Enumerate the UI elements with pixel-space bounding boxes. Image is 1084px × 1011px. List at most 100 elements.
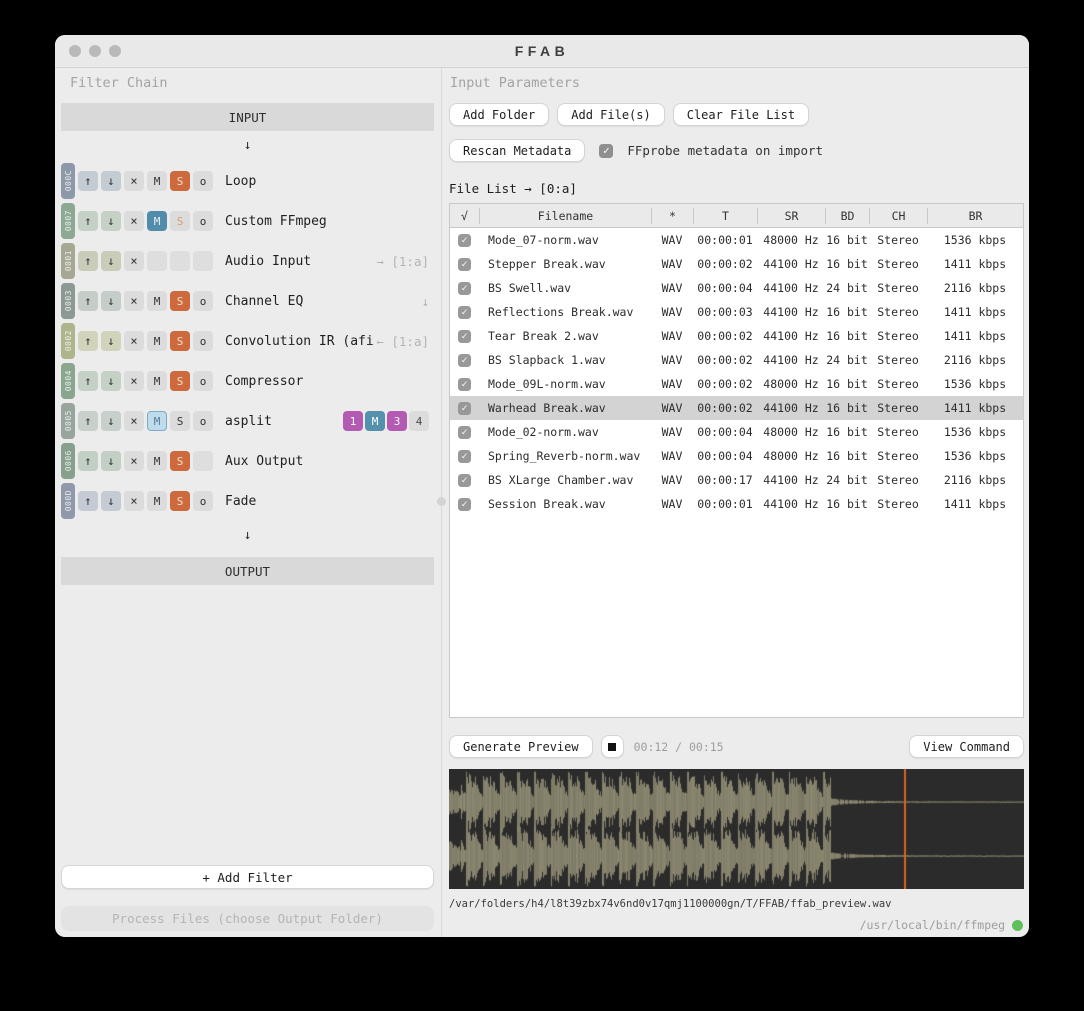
mute-button[interactable]: M: [147, 291, 167, 311]
column-header-filename[interactable]: Filename: [479, 207, 651, 224]
remove-filter-button[interactable]: ×: [124, 451, 144, 471]
move-down-button[interactable]: ↓: [101, 211, 121, 231]
column-header-bitdepth[interactable]: BD: [825, 207, 869, 224]
move-up-button[interactable]: ↑: [78, 451, 98, 471]
move-down-button[interactable]: ↓: [101, 171, 121, 191]
options-button[interactable]: o: [193, 171, 213, 191]
table-row[interactable]: ✓ BS XLarge Chamber.wav WAV 00:00:17 44100 H…: [450, 468, 1023, 492]
split-output-badge[interactable]: 3: [387, 411, 407, 431]
generate-preview-button[interactable]: Generate Preview: [449, 735, 593, 758]
move-up-button[interactable]: ↑: [78, 291, 98, 311]
remove-filter-button[interactable]: ×: [124, 411, 144, 431]
row-checkbox[interactable]: ✓: [458, 353, 471, 367]
table-row[interactable]: ✓ Spring_Reverb-norm.wav WAV 00:00:04 48000 …: [450, 444, 1023, 468]
split-output-badge[interactable]: M: [365, 411, 385, 431]
mute-button[interactable]: M: [147, 411, 167, 431]
options-button[interactable]: o: [193, 211, 213, 231]
close-button[interactable]: [69, 45, 81, 57]
stop-button[interactable]: [600, 735, 624, 758]
row-checkbox[interactable]: ✓: [458, 401, 471, 415]
options-button[interactable]: o: [193, 331, 213, 351]
minimize-button[interactable]: [89, 45, 101, 57]
move-up-button[interactable]: ↑: [78, 371, 98, 391]
row-checkbox[interactable]: ✓: [458, 497, 471, 511]
remove-filter-button[interactable]: ×: [124, 211, 144, 231]
table-row[interactable]: ✓ Stepper Break.wav WAV 00:00:02 44100 Hz 16 …: [450, 252, 1023, 276]
remove-filter-button[interactable]: ×: [124, 331, 144, 351]
options-button[interactable]: o: [193, 491, 213, 511]
row-checkbox[interactable]: ✓: [458, 449, 471, 463]
mute-button[interactable]: M: [147, 451, 167, 471]
mute-button[interactable]: M: [147, 211, 167, 231]
table-row[interactable]: ✓ Session Break.wav WAV 00:00:01 44100 Hz 16 …: [450, 492, 1023, 516]
table-row[interactable]: ✓ BS Slapback 1.wav WAV 00:00:02 44100 Hz 24 …: [450, 348, 1023, 372]
column-header-channels[interactable]: CH: [869, 207, 927, 224]
ffprobe-checkbox[interactable]: ✓: [599, 143, 614, 158]
remove-filter-button[interactable]: ×: [124, 251, 144, 271]
move-up-button[interactable]: ↑: [78, 171, 98, 191]
row-checkbox[interactable]: ✓: [458, 329, 471, 343]
table-row[interactable]: ✓ Mode_09L-norm.wav WAV 00:00:02 48000 Hz 16 …: [450, 372, 1023, 396]
row-checkbox[interactable]: ✓: [458, 233, 471, 247]
filter-row[interactable]: 0006 ↑ ↓ × M S Aux Output: [61, 441, 434, 481]
row-checkbox[interactable]: ✓: [458, 377, 471, 391]
table-row[interactable]: ✓ Mode_02-norm.wav WAV 00:00:04 48000 Hz 16 b…: [450, 420, 1023, 444]
output-node[interactable]: OUTPUT: [61, 557, 434, 585]
filter-row[interactable]: 000C ↑ ↓ × M So Loop: [61, 161, 434, 201]
move-down-button[interactable]: ↓: [101, 451, 121, 471]
solo-button[interactable]: S: [170, 291, 190, 311]
move-up-button[interactable]: ↑: [78, 331, 98, 351]
process-files-button[interactable]: Process Files (choose Output Folder): [61, 906, 434, 931]
remove-filter-button[interactable]: ×: [124, 491, 144, 511]
view-command-button[interactable]: View Command: [909, 735, 1024, 758]
move-down-button[interactable]: ↓: [101, 251, 121, 271]
solo-button[interactable]: S: [170, 411, 190, 431]
column-header-samplerate[interactable]: SR: [757, 207, 825, 224]
remove-filter-button[interactable]: ×: [124, 291, 144, 311]
mute-button[interactable]: M: [147, 371, 167, 391]
column-header-bitrate[interactable]: BR: [927, 207, 1023, 224]
row-checkbox[interactable]: ✓: [458, 305, 471, 319]
mute-button[interactable]: M: [147, 171, 167, 191]
split-output-badge[interactable]: 4: [409, 411, 429, 431]
solo-button[interactable]: S: [170, 171, 190, 191]
rescan-metadata-button[interactable]: Rescan Metadata: [449, 139, 586, 162]
filter-row[interactable]: 0003 ↑ ↓ × M So Channel EQ ↓: [61, 281, 434, 321]
waveform-display[interactable]: [449, 769, 1024, 889]
move-down-button[interactable]: ↓: [101, 411, 121, 431]
remove-filter-button[interactable]: ×: [124, 171, 144, 191]
column-header-checked[interactable]: √: [450, 208, 479, 224]
table-row[interactable]: ✓ Tear Break 2.wav WAV 00:00:02 44100 Hz 16 b…: [450, 324, 1023, 348]
move-up-button[interactable]: ↑: [78, 491, 98, 511]
waveform-canvas[interactable]: [449, 769, 1024, 889]
add-files-button[interactable]: Add File(s): [557, 103, 665, 126]
table-row[interactable]: ✓ Warhead Break.wav WAV 00:00:02 44100 Hz 16 …: [450, 396, 1023, 420]
move-down-button[interactable]: ↓: [101, 371, 121, 391]
remove-filter-button[interactable]: ×: [124, 371, 144, 391]
move-up-button[interactable]: ↑: [78, 251, 98, 271]
options-button[interactable]: o: [193, 291, 213, 311]
solo-button[interactable]: S: [170, 451, 190, 471]
add-filter-button[interactable]: + Add Filter: [61, 865, 434, 889]
filter-row[interactable]: 0007 ↑ ↓ × M So Custom FFmpeg: [61, 201, 434, 241]
add-folder-button[interactable]: Add Folder: [449, 103, 550, 126]
row-checkbox[interactable]: ✓: [458, 281, 471, 295]
options-button[interactable]: o: [193, 371, 213, 391]
input-node[interactable]: INPUT: [61, 103, 434, 131]
filter-row[interactable]: 000D ↑ ↓ × M So Fade: [61, 481, 434, 521]
filter-row[interactable]: 0002 ↑ ↓ × M So Convolution IR (afir ← [1:a]: [61, 321, 434, 361]
move-up-button[interactable]: ↑: [78, 211, 98, 231]
solo-button[interactable]: S: [170, 211, 190, 231]
table-row[interactable]: ✓ Mode_07-norm.wav WAV 00:00:01 48000 Hz 16 b…: [450, 228, 1023, 252]
row-checkbox[interactable]: ✓: [458, 473, 471, 487]
column-header-format[interactable]: *: [651, 207, 693, 224]
mute-button[interactable]: M: [147, 491, 167, 511]
filter-row[interactable]: 0001 ↑ ↓ × Audio Input → [1:a]: [61, 241, 434, 281]
move-down-button[interactable]: ↓: [101, 491, 121, 511]
table-row[interactable]: ✓ Reflections Break.wav WAV 00:00:03 44100 H…: [450, 300, 1023, 324]
row-checkbox[interactable]: ✓: [458, 425, 471, 439]
clear-file-list-button[interactable]: Clear File List: [672, 103, 810, 126]
solo-button[interactable]: S: [170, 371, 190, 391]
mute-button[interactable]: M: [147, 331, 167, 351]
filter-row[interactable]: 0005 ↑ ↓ × M So asplit 1 M 3 4: [61, 401, 434, 441]
